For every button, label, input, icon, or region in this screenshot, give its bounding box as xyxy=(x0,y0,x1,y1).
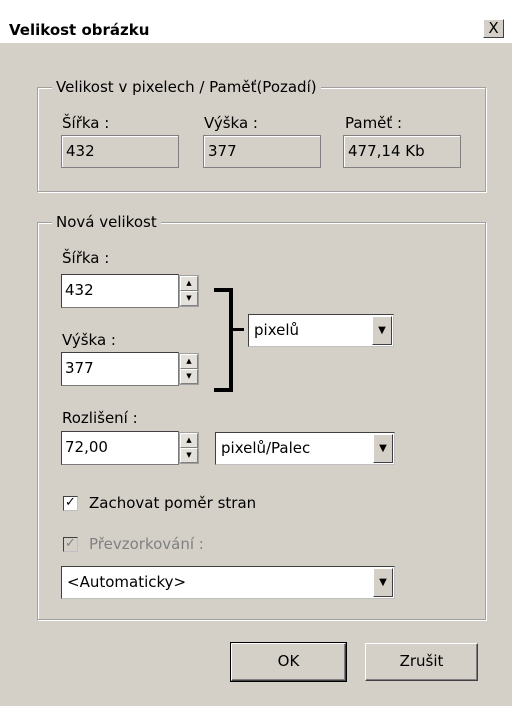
memory-label: Paměť : xyxy=(345,114,403,132)
ok-button[interactable]: OK xyxy=(230,642,347,682)
resolution-spinner[interactable]: ▲ ▼ xyxy=(179,432,199,464)
resample-checkbox: ✓ xyxy=(63,537,78,552)
up-arrow-icon[interactable]: ▲ xyxy=(180,433,198,448)
cancel-button[interactable]: Zrušit xyxy=(365,643,478,681)
down-arrow-icon[interactable]: ▼ xyxy=(180,291,198,306)
link-bracket xyxy=(214,288,233,392)
down-arrow-icon[interactable]: ▼ xyxy=(180,448,198,463)
resolution-label: Rozlišení : xyxy=(62,409,138,427)
up-arrow-icon[interactable]: ▲ xyxy=(180,354,198,369)
resample-label: Převzorkování : xyxy=(89,535,204,553)
resolution-input[interactable]: 72,00 xyxy=(61,431,179,465)
unit-dropdown-value: pixelů xyxy=(254,321,300,339)
chevron-down-icon[interactable]: ▼ xyxy=(373,568,393,597)
close-button[interactable]: X xyxy=(483,19,504,38)
image-size-dialog: Velikost obrázku X Velikost v pixelech /… xyxy=(0,0,512,706)
check-icon: ✓ xyxy=(65,495,76,510)
title-bar: Velikost obrázku X xyxy=(0,0,512,43)
keep-ratio-label[interactable]: Zachovat poměr stran xyxy=(89,494,256,512)
unit-dropdown[interactable]: pixelů ▼ xyxy=(248,314,394,347)
new-width-label: Šířka : xyxy=(62,249,110,267)
current-height-field: 377 xyxy=(203,135,321,168)
resolution-unit-dropdown[interactable]: pixelů/Palec ▼ xyxy=(215,432,395,465)
current-size-legend: Velikost v pixelech / Paměť(Pozadí) xyxy=(52,77,321,97)
down-arrow-icon[interactable]: ▼ xyxy=(180,369,198,384)
current-height-label: Výška : xyxy=(204,114,258,132)
link-bracket-stem xyxy=(233,328,244,331)
resample-method-dropdown[interactable]: <Automaticky> ▼ xyxy=(61,566,395,599)
current-width-label: Šířka : xyxy=(62,114,110,132)
keep-ratio-checkbox[interactable]: ✓ xyxy=(63,496,78,511)
resolution-unit-value: pixelů/Palec xyxy=(221,439,311,457)
chevron-down-icon[interactable]: ▼ xyxy=(372,316,392,345)
new-height-spinner[interactable]: ▲ ▼ xyxy=(179,353,199,385)
resample-method-value: <Automaticky> xyxy=(67,573,187,591)
up-arrow-icon[interactable]: ▲ xyxy=(180,276,198,291)
close-icon: X xyxy=(488,19,499,37)
new-width-input[interactable]: 432 xyxy=(61,274,179,308)
current-width-field: 432 xyxy=(61,135,179,168)
new-height-label: Výška : xyxy=(62,331,116,349)
dialog-title: Velikost obrázku xyxy=(9,21,150,39)
memory-field: 477,14 Kb xyxy=(343,135,461,168)
new-height-input[interactable]: 377 xyxy=(61,352,179,386)
new-width-spinner[interactable]: ▲ ▼ xyxy=(179,275,199,307)
new-size-legend: Nová velikost xyxy=(52,212,161,232)
check-icon: ✓ xyxy=(65,536,76,551)
chevron-down-icon[interactable]: ▼ xyxy=(373,434,393,463)
